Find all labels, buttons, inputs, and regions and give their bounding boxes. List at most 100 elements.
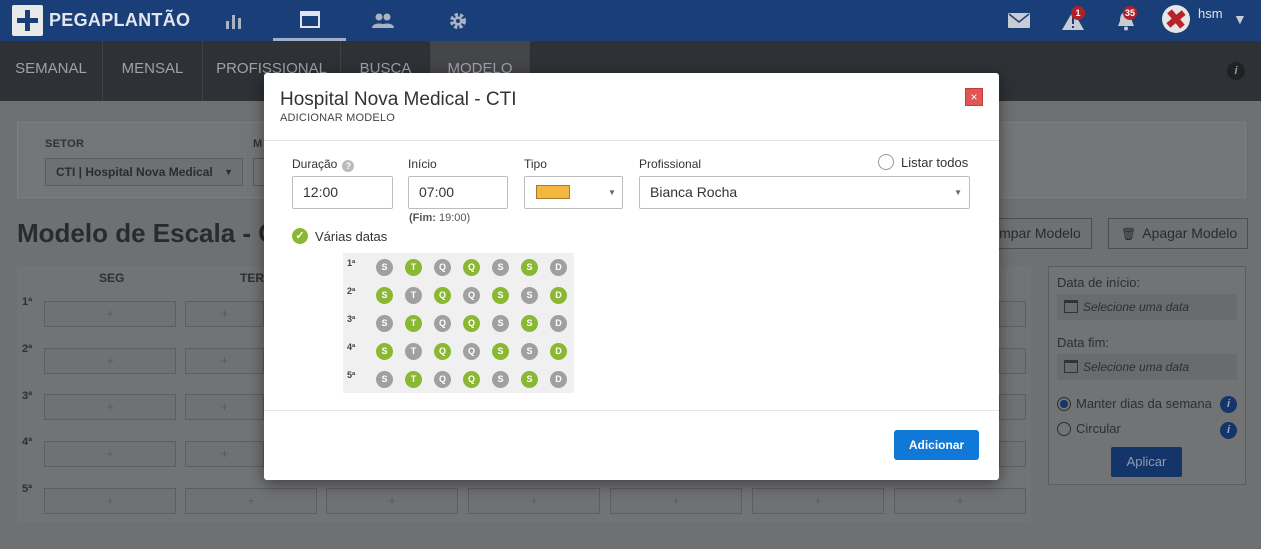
weekday-toggle[interactable]: Q [463, 259, 480, 276]
grid-cell-add[interactable]: + [185, 301, 264, 327]
add-model-modal: Hospital Nova Medical - CTI ADICIONAR MO… [264, 73, 999, 480]
weekday-toggle[interactable]: S [376, 371, 393, 388]
info-icon[interactable]: i [1220, 422, 1237, 439]
info-icon[interactable]: i [1227, 62, 1245, 80]
bar-chart-icon[interactable] [199, 0, 269, 41]
logo-cross-icon[interactable] [12, 5, 43, 36]
grid-cell-add[interactable] [999, 394, 1026, 420]
grid-cell-add[interactable]: + [185, 394, 264, 420]
row-label: 4ª [22, 436, 33, 448]
weekday-toggle[interactable]: D [550, 287, 567, 304]
week-row: 1ª S T Q Q S S D [343, 253, 574, 281]
apagar-modelo-button[interactable]: 🗑 Apagar Modelo [1108, 218, 1249, 249]
week-row: 2ª S T Q Q S S D [343, 281, 574, 309]
weekday-toggle[interactable]: D [550, 371, 567, 388]
grid-cell-add[interactable] [999, 301, 1026, 327]
weekday-toggle[interactable]: D [550, 343, 567, 360]
weekday-toggle[interactable]: S [492, 259, 509, 276]
m-label: M [253, 138, 263, 150]
grid-cell-add[interactable]: + [185, 441, 264, 467]
end-date-input[interactable]: Selecione uma data [1057, 354, 1237, 380]
weekday-toggle[interactable]: D [550, 259, 567, 276]
grid-cell-add[interactable]: + [610, 488, 742, 514]
close-icon[interactable]: × [965, 88, 983, 106]
weekday-toggle[interactable]: Q [434, 371, 451, 388]
weekday-toggle[interactable]: Q [463, 343, 480, 360]
week-label: 3ª [347, 314, 356, 324]
grid-cell-add[interactable]: + [185, 348, 264, 374]
grid-cell-add[interactable]: + [44, 348, 176, 374]
weekday-toggle[interactable]: S [492, 371, 509, 388]
adicionar-button[interactable]: Adicionar [894, 430, 979, 460]
grid-cell-add[interactable] [999, 348, 1026, 374]
radio-selected-icon [1057, 397, 1071, 411]
username[interactable]: hsm [1198, 6, 1223, 21]
varias-datas-toggle[interactable]: ✓ Várias datas [292, 228, 387, 244]
weekday-toggle[interactable]: S [492, 315, 509, 332]
weekday-toggle[interactable]: S [521, 259, 538, 276]
start-date-input[interactable]: Selecione uma data [1057, 294, 1237, 320]
tab-semanal[interactable]: SEMANAL [0, 41, 103, 101]
gear-icon[interactable] [423, 0, 493, 41]
setor-label: SETOR [45, 138, 85, 150]
weekday-picker: 1ª S T Q Q S S D 2ª S T Q Q S S D 3ª S T Q Q S S D 4ª S T Q Q S S D 5ª S T… [343, 253, 574, 393]
keep-weekdays-radio[interactable]: Manter dias da semana [1057, 396, 1212, 411]
tab-mensal[interactable]: MENSAL [103, 41, 203, 101]
limpar-modelo-button[interactable]: impar Modelo [990, 218, 1092, 249]
weekday-toggle[interactable]: T [405, 315, 422, 332]
tipo-select[interactable]: ▼ [524, 176, 623, 209]
weekday-toggle[interactable]: S [521, 315, 538, 332]
avatar[interactable] [1162, 5, 1190, 33]
help-icon[interactable]: ? [342, 160, 355, 172]
weekday-toggle[interactable]: S [521, 371, 538, 388]
listar-todos-radio[interactable]: Listar todos [878, 154, 968, 170]
weekday-toggle[interactable]: S [376, 343, 393, 360]
grid-cell-add[interactable] [999, 441, 1026, 467]
grid-cell-add[interactable]: + [468, 488, 600, 514]
end-date-label: Data fim: [1057, 335, 1110, 350]
users-icon[interactable] [348, 0, 418, 41]
grid-cell-add[interactable]: + [44, 488, 176, 514]
profissional-select[interactable]: Bianca Rocha ▼ [639, 176, 970, 209]
weekday-toggle[interactable]: Q [434, 343, 451, 360]
weekday-toggle[interactable]: Q [463, 371, 480, 388]
weekday-toggle[interactable]: T [405, 371, 422, 388]
mail-icon[interactable] [1006, 0, 1032, 41]
weekday-toggle[interactable]: T [405, 287, 422, 304]
grid-cell-add[interactable]: + [185, 488, 317, 514]
duracao-input[interactable]: 12:00 [292, 176, 393, 209]
weekday-toggle[interactable]: Q [434, 259, 451, 276]
weekday-toggle[interactable]: S [521, 343, 538, 360]
weekday-toggle[interactable]: Q [434, 287, 451, 304]
weekday-toggle[interactable]: Q [434, 315, 451, 332]
modal-subtitle: ADICIONAR MODELO [280, 112, 396, 124]
info-icon[interactable]: i [1220, 396, 1237, 413]
grid-cell-add[interactable]: + [44, 394, 176, 420]
setor-select[interactable]: CTI | Hospital Nova Medical ▼ [45, 158, 243, 186]
weekday-toggle[interactable]: T [405, 259, 422, 276]
inicio-input[interactable]: 07:00 [408, 176, 508, 209]
week-row: 4ª S T Q Q S S D [343, 337, 574, 365]
circular-radio[interactable]: Circular [1057, 421, 1121, 436]
weekday-toggle[interactable]: S [376, 287, 393, 304]
brand-name[interactable]: PEGAPLANTÃO [49, 10, 190, 31]
weekday-toggle[interactable]: D [550, 315, 567, 332]
weekday-toggle[interactable]: Q [463, 315, 480, 332]
alert-icon[interactable] [1060, 0, 1086, 41]
divider [264, 410, 999, 411]
grid-cell-add[interactable]: + [326, 488, 458, 514]
calendar-window-icon[interactable] [273, 0, 346, 41]
weekday-toggle[interactable]: S [521, 287, 538, 304]
weekday-toggle[interactable]: S [492, 287, 509, 304]
caret-down-icon[interactable]: ▼ [1233, 11, 1247, 27]
grid-cell-add[interactable]: + [894, 488, 1026, 514]
weekday-toggle[interactable]: S [492, 343, 509, 360]
grid-cell-add[interactable]: + [44, 441, 176, 467]
weekday-toggle[interactable]: Q [463, 287, 480, 304]
weekday-toggle[interactable]: S [376, 315, 393, 332]
grid-cell-add[interactable]: + [44, 301, 176, 327]
apply-button[interactable]: Aplicar [1111, 447, 1182, 477]
weekday-toggle[interactable]: T [405, 343, 422, 360]
grid-cell-add[interactable]: + [752, 488, 884, 514]
weekday-toggle[interactable]: S [376, 259, 393, 276]
